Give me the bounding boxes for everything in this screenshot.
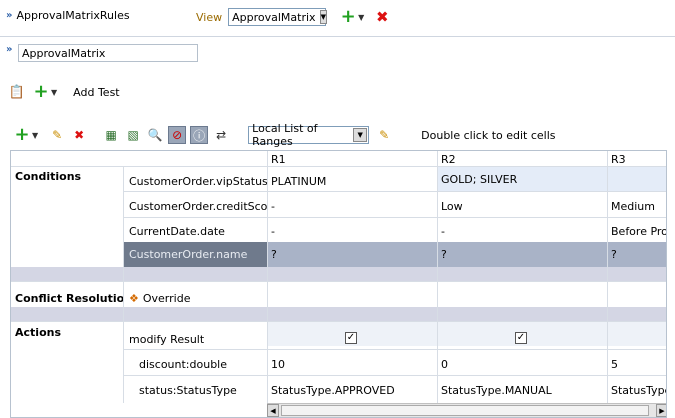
scrollbar-thumb[interactable] — [281, 405, 649, 416]
action-cell[interactable]: StatusType.MANUAL — [437, 379, 607, 401]
condition-row-label[interactable]: CustomerOrder.vipStatus — [125, 169, 267, 193]
add-row-chevron-icon[interactable]: ▼ — [32, 131, 38, 140]
action-cell[interactable]: StatusType. — [607, 379, 666, 401]
scroll-right-icon[interactable]: ▶ — [656, 404, 666, 417]
section-separator — [11, 267, 666, 281]
column-header-r2[interactable]: R2 — [437, 151, 607, 167]
check-icon: ✓ — [515, 332, 527, 344]
rules-header: » ApprovalMatrixRules — [6, 9, 130, 22]
edit-hint: Double click to edit cells — [421, 128, 556, 142]
condition-cell[interactable]: - — [267, 219, 437, 243]
view-label: View — [196, 10, 223, 24]
warning-icon[interactable]: ⓘ — [190, 126, 209, 144]
find-gaps-icon[interactable]: 🔍 — [146, 126, 164, 144]
decision-table-grid: R1 R2 R3 Conditions CustomerOrder.vipSta… — [10, 150, 667, 418]
condition-cell[interactable]: - — [437, 219, 607, 243]
bucket-list-select-value: Local List of Ranges — [252, 122, 318, 148]
view-select-value: ApprovalMatrix — [232, 10, 316, 24]
conflict-prohibit-icon[interactable]: ⊘ — [168, 126, 187, 144]
condition-cell[interactable]: - — [267, 194, 437, 218]
action-row-label[interactable]: modify Result — [125, 328, 267, 350]
edit-pencil-icon[interactable]: ✎ — [48, 126, 66, 144]
condition-cell[interactable]: PLATINUM — [267, 169, 437, 193]
compact-table-icon[interactable]: ⇄ — [212, 126, 230, 144]
condition-row-label[interactable]: CurrentDate.date — [125, 219, 267, 243]
ruleset-title: ApprovalMatrixRules — [16, 9, 130, 22]
bucket-list-select[interactable]: Local List of Ranges ▼ — [248, 122, 370, 148]
add-test-button[interactable]: Add Test — [73, 86, 119, 99]
column-header-r1[interactable]: R1 — [267, 151, 437, 167]
column-header-r3[interactable]: R3 — [607, 151, 666, 167]
split-table-icon[interactable]: ▦ — [102, 126, 120, 144]
conditions-section-label: Conditions — [15, 169, 82, 183]
actions-section-label: Actions — [15, 325, 61, 339]
edit-list-pencil-icon[interactable]: ✎ — [375, 126, 393, 144]
delete-row-icon[interactable]: ✖ — [70, 126, 88, 144]
condition-cell[interactable]: ? — [267, 242, 437, 267]
action-checkbox[interactable]: ✓ — [345, 330, 357, 344]
condition-row-label[interactable]: CustomerOrder.creditScore — [125, 194, 267, 218]
condition-cell[interactable]: Medium — [607, 194, 666, 218]
paste-icon[interactable]: 📋 — [9, 84, 25, 100]
merge-table-icon[interactable]: ▧ — [124, 126, 142, 144]
decision-table-name-input[interactable]: ApprovalMatrix — [18, 44, 198, 62]
delete-icon[interactable]: ✖ — [374, 9, 390, 25]
conflict-resolution-cell[interactable]: ❖ Override — [125, 287, 267, 309]
add-test-chevron-icon[interactable]: ▼ — [51, 88, 57, 97]
conflict-resolution-label: Conflict Resolution — [15, 291, 125, 305]
action-cell[interactable]: 5 — [607, 353, 666, 375]
condition-cell-highlighted[interactable]: GOLD; SILVER — [437, 167, 666, 191]
action-cell[interactable]: 10 — [267, 353, 437, 375]
view-select[interactable]: ApprovalMatrix ▼ — [228, 8, 327, 26]
horizontal-scrollbar[interactable]: ◀ ▶ — [267, 403, 666, 417]
dropdown-arrow-icon: ▼ — [319, 10, 327, 24]
add-row-icon[interactable]: + — [14, 126, 30, 144]
condition-row-label-selected[interactable]: CustomerOrder.name — [123, 242, 267, 267]
header-divider — [0, 36, 675, 37]
action-cell[interactable]: 0 — [437, 353, 607, 375]
condition-cell[interactable]: Before Prom — [607, 219, 666, 243]
condition-cell[interactable]: ? — [607, 242, 666, 267]
scroll-left-icon[interactable]: ◀ — [267, 404, 279, 417]
condition-cell[interactable]: Low — [437, 194, 607, 218]
dropdown-arrow-icon: ▼ — [353, 128, 368, 142]
add-icon[interactable]: + — [340, 8, 356, 26]
action-param-label[interactable]: status:StatusType — [135, 379, 267, 401]
condition-cell[interactable]: ? — [437, 242, 607, 267]
action-cell[interactable]: StatusType.APPROVED — [267, 379, 437, 401]
action-checkbox[interactable]: ✓ — [515, 330, 527, 344]
override-icon: ❖ — [129, 291, 139, 305]
add-menu-chevron-icon[interactable]: ▼ — [358, 13, 364, 22]
collapse-chevron-icon[interactable]: » — [6, 44, 12, 55]
action-param-label[interactable]: discount:double — [135, 353, 267, 375]
collapse-chevron-icon[interactable]: » — [6, 10, 12, 21]
section-separator — [11, 307, 666, 321]
check-icon: ✓ — [345, 332, 357, 344]
conflict-resolution-value: Override — [142, 291, 191, 305]
add-test-icon[interactable]: + — [33, 83, 49, 101]
